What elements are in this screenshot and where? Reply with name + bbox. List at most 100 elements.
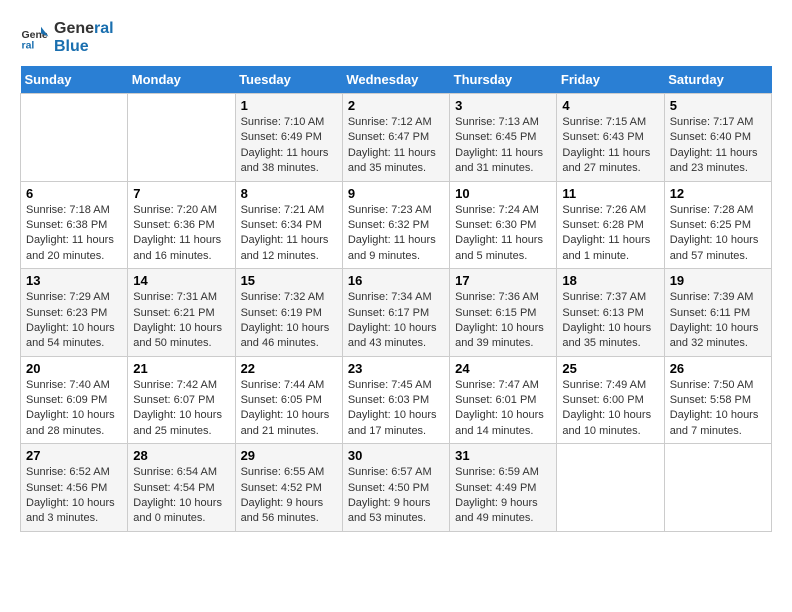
- day-number: 18: [562, 273, 658, 288]
- day-info: Sunrise: 7:32 AMSunset: 6:19 PMDaylight:…: [241, 290, 337, 352]
- day-number: 14: [133, 273, 229, 288]
- day-number: 22: [241, 361, 337, 376]
- day-number: 24: [455, 361, 551, 376]
- week-row-1: 1 Sunrise: 7:10 AMSunset: 6:49 PMDaylight…: [21, 94, 772, 182]
- day-number: 29: [241, 448, 337, 463]
- day-cell: 3Sunrise: 7:13 AMSunset: 6:45 PMDaylight…: [450, 94, 557, 182]
- day-info: Sunrise: 7:37 AMSunset: 6:13 PMDaylight:…: [562, 290, 658, 352]
- day-info: Sunrise: 7:10 AMSunset: 6:49 PMDaylight:…: [241, 115, 337, 177]
- day-number: 20: [26, 361, 122, 376]
- day-number: 15: [241, 273, 337, 288]
- day-info: Sunrise: 7:39 AMSunset: 6:11 PMDaylight:…: [670, 290, 766, 352]
- day-number: 28: [133, 448, 229, 463]
- day-info: Sunrise: 7:21 AMSunset: 6:34 PMDaylight:…: [241, 203, 337, 265]
- day-info: Sunrise: 6:57 AMSunset: 4:50 PMDaylight:…: [348, 465, 444, 527]
- day-cell: 23 Sunrise: 7:45 AMSunset: 6:03 PMDayligh…: [342, 356, 449, 444]
- day-cell: 30Sunrise: 6:57 AMSunset: 4:50 PMDayligh…: [342, 444, 449, 532]
- day-cell: [557, 444, 664, 532]
- day-number: 12: [670, 186, 766, 201]
- page-header: Gene ral General Blue: [20, 20, 772, 56]
- day-cell: 6 Sunrise: 7:18 AMSunset: 6:38 PMDaylight…: [21, 181, 128, 269]
- weekday-sunday: Sunday: [21, 66, 128, 94]
- day-info: Sunrise: 7:24 AMSunset: 6:30 PMDaylight:…: [455, 203, 551, 265]
- day-cell: 13 Sunrise: 7:29 AMSunset: 6:23 PMDayligh…: [21, 269, 128, 357]
- weekday-monday: Monday: [128, 66, 235, 94]
- day-number: 5: [670, 98, 766, 113]
- weekday-wednesday: Wednesday: [342, 66, 449, 94]
- week-row-4: 20 Sunrise: 7:40 AMSunset: 6:09 PMDayligh…: [21, 356, 772, 444]
- day-number: 4: [562, 98, 658, 113]
- day-info: Sunrise: 6:55 AMSunset: 4:52 PMDaylight:…: [241, 465, 337, 527]
- day-cell: 22 Sunrise: 7:44 AMSunset: 6:05 PMDayligh…: [235, 356, 342, 444]
- day-cell: 4 Sunrise: 7:15 AMSunset: 6:43 PMDaylight…: [557, 94, 664, 182]
- week-row-2: 6 Sunrise: 7:18 AMSunset: 6:38 PMDaylight…: [21, 181, 772, 269]
- day-cell: 18 Sunrise: 7:37 AMSunset: 6:13 PMDayligh…: [557, 269, 664, 357]
- day-cell: 24 Sunrise: 7:47 AMSunset: 6:01 PMDayligh…: [450, 356, 557, 444]
- day-cell: 28 Sunrise: 6:54 AMSunset: 4:54 PMDayligh…: [128, 444, 235, 532]
- day-info: Sunrise: 7:23 AMSunset: 6:32 PMDaylight:…: [348, 203, 444, 265]
- day-info: Sunrise: 7:31 AMSunset: 6:21 PMDaylight:…: [133, 290, 229, 352]
- day-info: Sunrise: 7:44 AMSunset: 6:05 PMDaylight:…: [241, 378, 337, 440]
- day-number: 3: [455, 98, 551, 113]
- weekday-tuesday: Tuesday: [235, 66, 342, 94]
- day-number: 23: [348, 361, 444, 376]
- day-info: Sunrise: 7:12 AMSunset: 6:47 PMDaylight:…: [348, 115, 444, 177]
- day-cell: 14 Sunrise: 7:31 AMSunset: 6:21 PMDayligh…: [128, 269, 235, 357]
- day-number: 2: [348, 98, 444, 113]
- day-number: 21: [133, 361, 229, 376]
- day-number: 13: [26, 273, 122, 288]
- day-info: Sunrise: 7:28 AMSunset: 6:25 PMDaylight:…: [670, 203, 766, 265]
- day-info: Sunrise: 7:26 AMSunset: 6:28 PMDaylight:…: [562, 203, 658, 265]
- svg-text:ral: ral: [22, 40, 35, 52]
- week-row-3: 13 Sunrise: 7:29 AMSunset: 6:23 PMDayligh…: [21, 269, 772, 357]
- weekday-saturday: Saturday: [664, 66, 771, 94]
- day-cell: 9 Sunrise: 7:23 AMSunset: 6:32 PMDaylight…: [342, 181, 449, 269]
- day-info: Sunrise: 7:18 AMSunset: 6:38 PMDaylight:…: [26, 203, 122, 265]
- day-cell: 2 Sunrise: 7:12 AMSunset: 6:47 PMDaylight…: [342, 94, 449, 182]
- day-number: 8: [241, 186, 337, 201]
- day-cell: [664, 444, 771, 532]
- logo: Gene ral General Blue: [20, 20, 114, 56]
- day-info: Sunrise: 7:36 AMSunset: 6:15 PMDaylight:…: [455, 290, 551, 352]
- weekday-friday: Friday: [557, 66, 664, 94]
- day-number: 27: [26, 448, 122, 463]
- day-info: Sunrise: 7:40 AMSunset: 6:09 PMDaylight:…: [26, 378, 122, 440]
- day-cell: 31Sunrise: 6:59 AMSunset: 4:49 PMDayligh…: [450, 444, 557, 532]
- day-cell: 20 Sunrise: 7:40 AMSunset: 6:09 PMDayligh…: [21, 356, 128, 444]
- day-cell: 17Sunrise: 7:36 AMSunset: 6:15 PMDayligh…: [450, 269, 557, 357]
- day-number: 6: [26, 186, 122, 201]
- day-cell: 1 Sunrise: 7:10 AMSunset: 6:49 PMDaylight…: [235, 94, 342, 182]
- day-cell: 16Sunrise: 7:34 AMSunset: 6:17 PMDayligh…: [342, 269, 449, 357]
- logo-text: General Blue: [54, 20, 114, 56]
- day-cell: 27 Sunrise: 6:52 AMSunset: 4:56 PMDayligh…: [21, 444, 128, 532]
- day-info: Sunrise: 6:52 AMSunset: 4:56 PMDaylight:…: [26, 465, 122, 527]
- day-cell: [128, 94, 235, 182]
- day-info: Sunrise: 6:54 AMSunset: 4:54 PMDaylight:…: [133, 465, 229, 527]
- day-number: 26: [670, 361, 766, 376]
- day-info: Sunrise: 7:47 AMSunset: 6:01 PMDaylight:…: [455, 378, 551, 440]
- day-info: Sunrise: 7:49 AMSunset: 6:00 PMDaylight:…: [562, 378, 658, 440]
- day-info: Sunrise: 7:20 AMSunset: 6:36 PMDaylight:…: [133, 203, 229, 265]
- day-cell: 15 Sunrise: 7:32 AMSunset: 6:19 PMDayligh…: [235, 269, 342, 357]
- day-cell: 11Sunrise: 7:26 AMSunset: 6:28 PMDayligh…: [557, 181, 664, 269]
- day-number: 10: [455, 186, 551, 201]
- day-info: Sunrise: 7:45 AMSunset: 6:03 PMDaylight:…: [348, 378, 444, 440]
- day-number: 9: [348, 186, 444, 201]
- weekday-header-row: SundayMondayTuesdayWednesdayThursdayFrid…: [21, 66, 772, 94]
- day-info: Sunrise: 7:42 AMSunset: 6:07 PMDaylight:…: [133, 378, 229, 440]
- day-cell: 25 Sunrise: 7:49 AMSunset: 6:00 PMDayligh…: [557, 356, 664, 444]
- day-number: 7: [133, 186, 229, 201]
- week-row-5: 27 Sunrise: 6:52 AMSunset: 4:56 PMDayligh…: [21, 444, 772, 532]
- weekday-thursday: Thursday: [450, 66, 557, 94]
- day-info: Sunrise: 7:50 AMSunset: 5:58 PMDaylight:…: [670, 378, 766, 440]
- day-number: 25: [562, 361, 658, 376]
- day-cell: 21 Sunrise: 7:42 AMSunset: 6:07 PMDayligh…: [128, 356, 235, 444]
- day-info: Sunrise: 7:17 AMSunset: 6:40 PMDaylight:…: [670, 115, 766, 177]
- day-number: 1: [241, 98, 337, 113]
- day-number: 19: [670, 273, 766, 288]
- day-info: Sunrise: 7:29 AMSunset: 6:23 PMDaylight:…: [26, 290, 122, 352]
- day-cell: [21, 94, 128, 182]
- day-info: Sunrise: 7:15 AMSunset: 6:43 PMDaylight:…: [562, 115, 658, 177]
- day-cell: 29 Sunrise: 6:55 AMSunset: 4:52 PMDayligh…: [235, 444, 342, 532]
- day-cell: 19 Sunrise: 7:39 AMSunset: 6:11 PMDayligh…: [664, 269, 771, 357]
